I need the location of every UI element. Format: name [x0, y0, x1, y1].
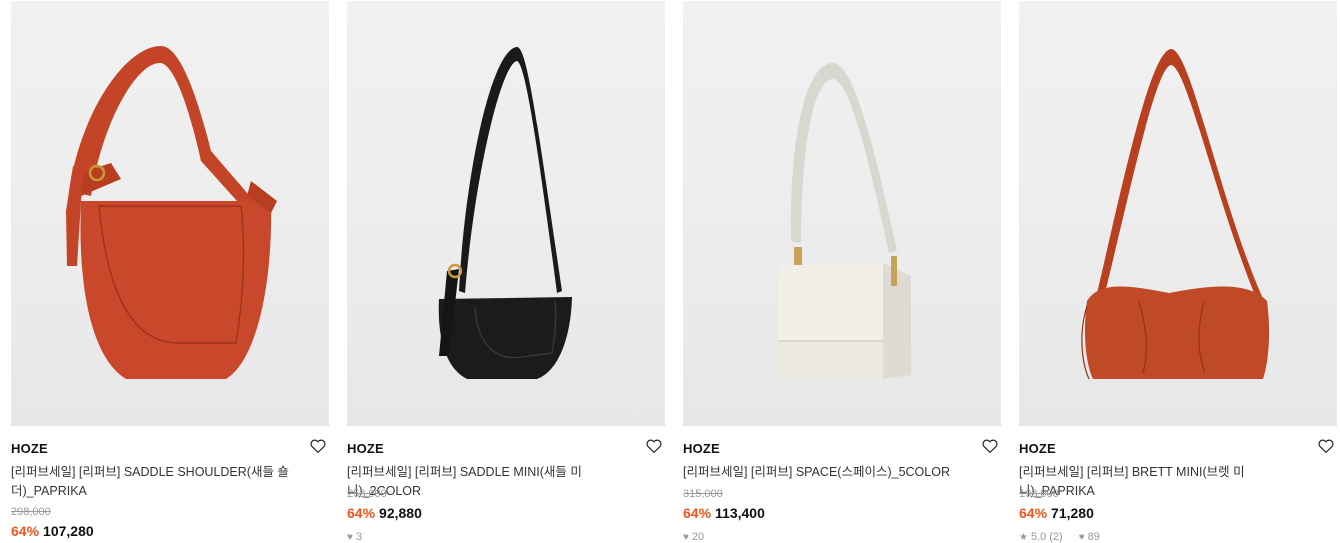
price-row: 64% 113,400: [683, 505, 765, 521]
product-image[interactable]: [347, 1, 665, 426]
heart-filled-icon: ♥: [1078, 531, 1085, 543]
product-card: HOZE [리퍼브세일] [리퍼브] BRETT MINI(브렛 미니)_PAP…: [1019, 0, 1337, 543]
price-row: 64% 92,880: [347, 505, 422, 521]
heart-outline-icon: [982, 439, 998, 453]
bag-illustration-saddle-shoulder: [66, 46, 277, 379]
product-card: HOZE [리퍼브세일] [리퍼브] SADDLE MINI(새들 미니)_2C…: [347, 0, 665, 543]
bag-illustration-brett-mini: [1081, 49, 1270, 380]
wishlist-button[interactable]: [981, 437, 999, 455]
sale-price: 92,880: [379, 505, 422, 521]
star-icon: ★: [1019, 531, 1028, 543]
sale-price: 107,280: [43, 523, 94, 539]
review-count: (2): [1049, 531, 1063, 543]
product-image[interactable]: [683, 1, 1001, 426]
product-name[interactable]: [리퍼브세일] [리퍼브] BRETT MINI(브렛 미니)_PAPRIKA: [1019, 463, 1309, 501]
rating-and-likes: ★ 5.0 (2) ♥ 89: [1019, 531, 1100, 543]
original-price: 198,000: [1019, 488, 1059, 500]
discount-rate: 64%: [1019, 505, 1048, 521]
sale-price: 71,280: [1051, 505, 1094, 521]
original-price: 298,000: [11, 506, 51, 518]
bag-illustration-saddle-mini: [438, 47, 572, 379]
product-card: HOZE [리퍼브세일] [리퍼브] SADDLE SHOULDER(새들 숄더…: [11, 0, 329, 543]
likes-count: ♥ 3: [347, 531, 363, 543]
product-grid: HOZE [리퍼브세일] [리퍼브] SADDLE SHOULDER(새들 숄더…: [0, 0, 1340, 543]
price-row: 64% 107,280: [11, 523, 94, 539]
likes-count: ♥ 20: [683, 531, 705, 543]
brand-name[interactable]: HOZE: [683, 441, 720, 456]
price-row: 64% 71,280: [1019, 505, 1094, 521]
product-image[interactable]: [11, 1, 329, 426]
heart-outline-icon: [646, 439, 662, 453]
rating-value: 5.0: [1030, 531, 1047, 543]
product-image[interactable]: [1019, 1, 1337, 426]
wishlist-button[interactable]: [309, 437, 327, 455]
heart-filled-icon: ♥: [347, 531, 353, 543]
product-name[interactable]: [리퍼브세일] [리퍼브] SPACE(스페이스)_5COLOR: [683, 463, 973, 482]
brand-name[interactable]: HOZE: [11, 441, 48, 456]
product-name[interactable]: [리퍼브세일] [리퍼브] SADDLE MINI(새들 미니)_2COLOR: [347, 463, 637, 501]
original-price: 258,000: [347, 488, 387, 500]
wishlist-button[interactable]: [645, 437, 663, 455]
discount-rate: 64%: [11, 523, 40, 539]
brand-name[interactable]: HOZE: [347, 441, 384, 456]
bag-illustration-space: [778, 63, 911, 379]
product-name[interactable]: [리퍼브세일] [리퍼브] SADDLE SHOULDER(새들 숄더)_PAP…: [11, 463, 301, 501]
original-price: 315,000: [683, 488, 723, 500]
product-card: HOZE [리퍼브세일] [리퍼브] SPACE(스페이스)_5COLOR 31…: [683, 0, 1001, 543]
heart-outline-icon: [310, 439, 326, 453]
heart-filled-icon: ♥: [683, 531, 689, 543]
wishlist-button[interactable]: [1317, 437, 1335, 455]
likes-count: 89: [1087, 531, 1100, 543]
heart-outline-icon: [1318, 439, 1334, 453]
discount-rate: 64%: [347, 505, 376, 521]
brand-name[interactable]: HOZE: [1019, 441, 1056, 456]
sale-price: 113,400: [715, 505, 765, 521]
discount-rate: 64%: [683, 505, 712, 521]
